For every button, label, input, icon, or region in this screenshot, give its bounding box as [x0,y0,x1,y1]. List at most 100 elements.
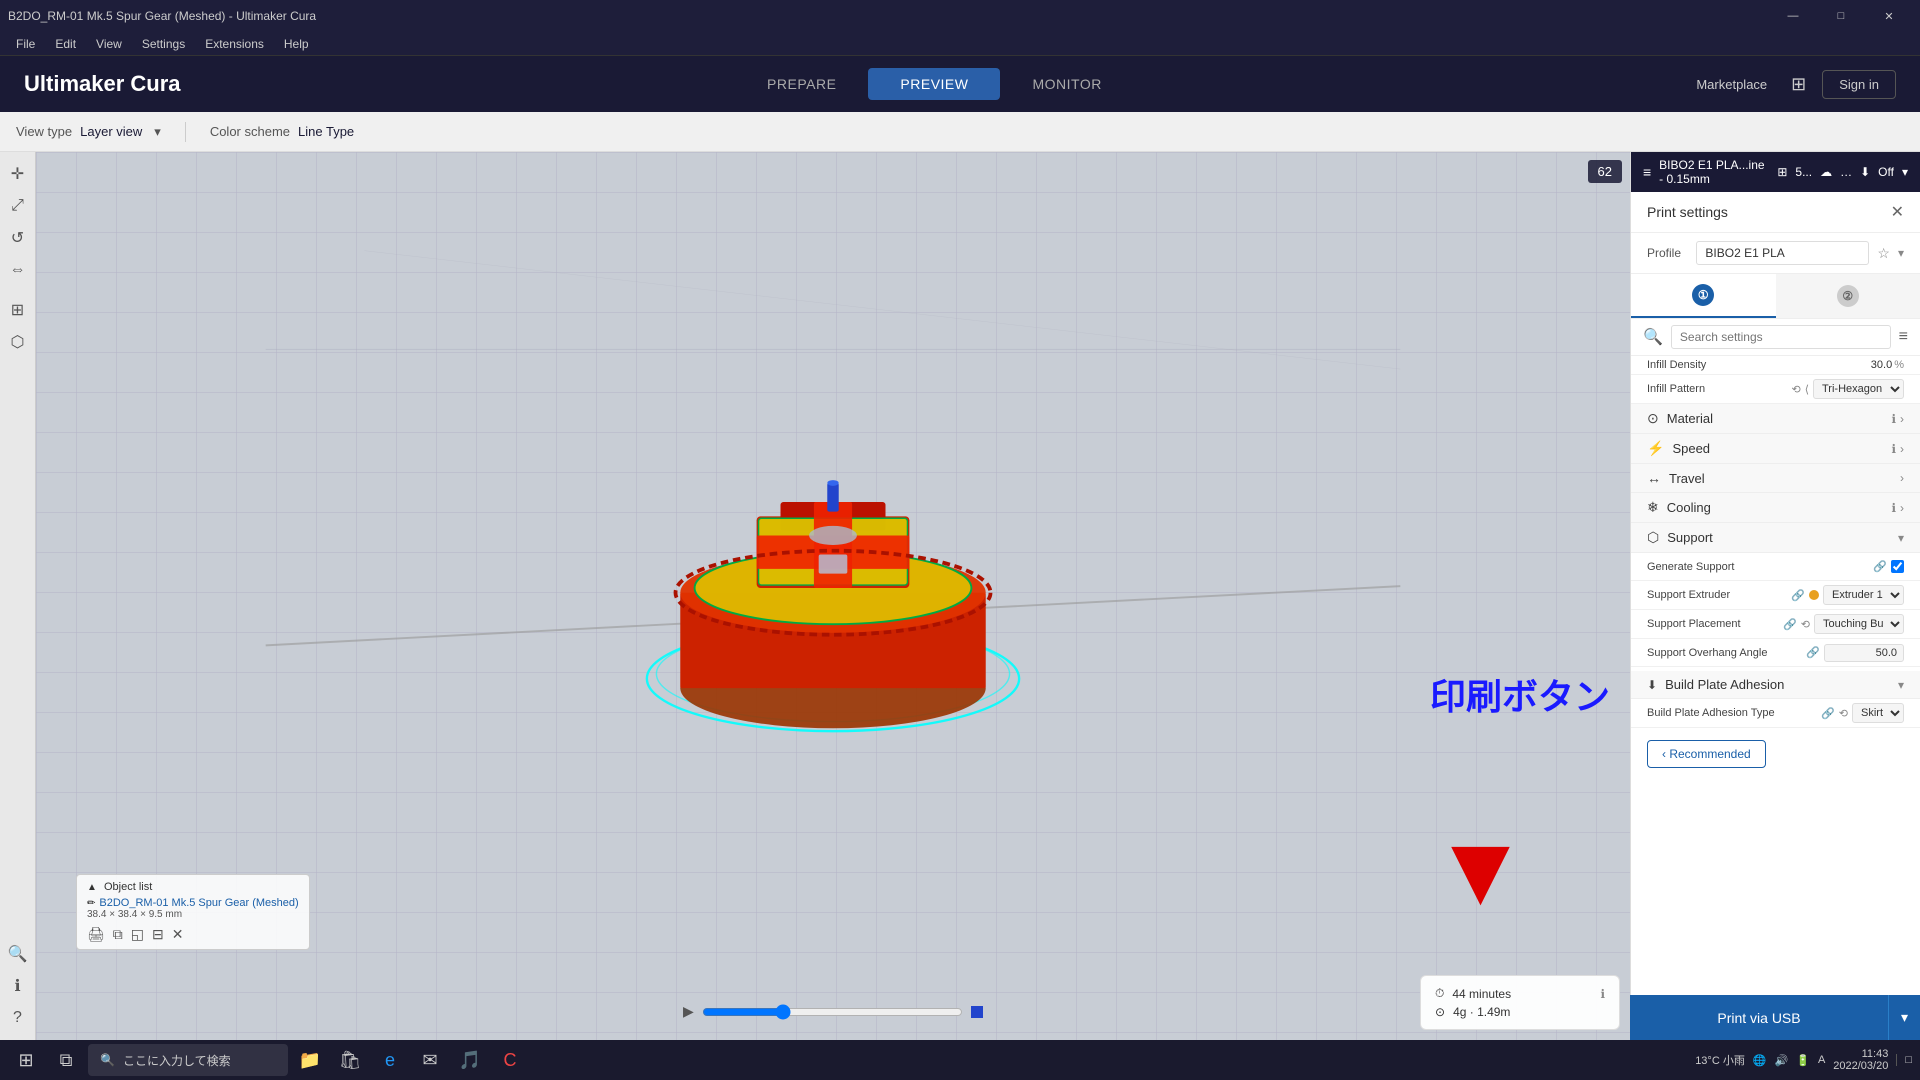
cooling-info-icon[interactable]: ℹ [1891,501,1896,515]
object-tool-2[interactable]: ⧉ [113,926,123,943]
speed-info-icon[interactable]: ℹ [1891,442,1896,456]
signin-button[interactable]: Sign in [1822,70,1896,99]
taskbar-edge[interactable]: e [372,1042,408,1078]
travel-section-header[interactable]: ↔ Travel › [1631,464,1920,493]
travel-chevron-icon[interactable]: › [1900,471,1904,485]
tool-info[interactable]: ℹ [4,972,32,1000]
tool-zoom-out[interactable]: 🔍 [4,940,32,968]
tab-monitor[interactable]: MONITOR [1000,68,1133,100]
play-button[interactable]: ▶ [683,1003,694,1020]
tool-mirror[interactable]: ⇔ [4,256,32,284]
build-plate-link1[interactable]: 🔗 [1821,707,1835,720]
support-extruder-row: Support Extruder 🔗 Extruder 1 [1631,581,1920,610]
support-chevron-icon[interactable]: ▾ [1898,531,1904,545]
printer-more: … [1840,165,1852,179]
print-dropdown-button[interactable]: ▾ [1888,995,1920,1040]
object-tool-4[interactable]: ⊟ [152,926,164,943]
print-via-usb-button[interactable]: Print via USB [1630,995,1888,1040]
menu-extensions[interactable]: Extensions [197,35,272,53]
taskbar-store[interactable]: 🛍 [332,1042,368,1078]
print-button-area: Print via USB ▾ [1630,995,1920,1040]
taskview-button[interactable]: ⧉ [48,1042,84,1078]
infill-pattern-link2[interactable]: ⟨ [1805,383,1809,396]
recommended-button[interactable]: ‹ Recommended [1647,740,1766,768]
taskbar-app1[interactable]: 🎵 [452,1042,488,1078]
build-plate-link2[interactable]: ⟲ [1839,707,1848,720]
material-section-header[interactable]: ⊙ Material ℹ › [1631,404,1920,434]
menu-view[interactable]: View [88,35,130,53]
tool-scale[interactable]: ⤢ [4,192,32,220]
material-icon: ⊙ [1647,410,1659,427]
infill-pattern-select[interactable]: Tri-Hexagon [1813,379,1904,399]
speed-chevron-icon[interactable]: › [1900,442,1904,456]
support-extruder-link[interactable]: 🔗 [1791,589,1805,602]
printer-cloud-icon: ☁ [1820,165,1832,179]
object-tool-1[interactable]: 🖨 [87,926,105,943]
generate-support-checkbox[interactable] [1891,560,1904,573]
view-type-value: Layer view [80,124,142,139]
settings-menu-icon[interactable]: ≡ [1899,328,1908,346]
tab-prepare[interactable]: PREPARE [735,68,868,100]
menu-edit[interactable]: Edit [47,35,84,53]
grid-icon[interactable]: ⊞ [1791,74,1806,95]
profile-input[interactable] [1696,241,1869,265]
view-type-label: View type [16,124,72,139]
start-button[interactable]: ⊞ [8,1042,44,1078]
cooling-chevron-icon[interactable]: › [1900,501,1904,515]
build-plate-type-select[interactable]: Skirt [1852,703,1904,723]
taskbar-app2[interactable]: C [492,1042,528,1078]
layer-number-display: 62 [1588,160,1622,183]
tab-preview[interactable]: PREVIEW [868,68,1000,100]
layer-range-input[interactable] [702,1004,963,1020]
menu-settings[interactable]: Settings [134,35,193,53]
support-overhang-link[interactable]: 🔗 [1806,646,1820,659]
tool-help[interactable]: ? [4,1004,32,1032]
extruder-1-tab[interactable]: ① [1631,274,1776,318]
tool-rotate[interactable]: ↺ [4,224,32,252]
minimize-button[interactable]: — [1770,0,1816,32]
material-usage-value: 4g · 1.49m [1453,1005,1510,1019]
taskbar-explorer[interactable]: 📁 [292,1042,328,1078]
print-settings-close[interactable]: ✕ [1891,202,1904,222]
taskbar-time: 11:43 [1862,1048,1889,1060]
generate-support-link[interactable]: 🔗 [1873,560,1887,573]
edit-icon: ✏ [87,898,95,909]
support-placement-link2[interactable]: ⟲ [1801,618,1810,631]
taskbar-show-desktop[interactable]: □ [1896,1054,1912,1066]
material-info-icon[interactable]: ℹ [1891,412,1896,426]
tool-move[interactable]: ✛ [4,160,32,188]
tool-support[interactable]: ⬡ [4,328,32,356]
nav-tabs: PREPARE PREVIEW MONITOR [735,68,1134,100]
support-section-header[interactable]: ⬡ Support ▾ [1631,523,1920,553]
support-placement-link1[interactable]: 🔗 [1783,618,1797,631]
taskbar-mail[interactable]: ✉ [412,1042,448,1078]
profile-star[interactable]: ☆ [1877,245,1890,262]
cooling-section-header[interactable]: ❄ Cooling ℹ › [1631,493,1920,523]
support-placement-label: Support Placement [1647,618,1783,630]
material-chevron-icon[interactable]: › [1900,412,1904,426]
infill-pattern-row: Infill Pattern ⟲ ⟨ Tri-Hexagon [1631,375,1920,404]
3d-viewport[interactable]: 62 ▶ ▲ Object list ✏ B2DO_RM-01 Mk.5 Spu… [36,152,1630,1040]
printer-chevron[interactable]: ▾ [1902,165,1908,179]
support-placement-row: Support Placement 🔗 ⟲ Touching Buil... [1631,610,1920,639]
print-time-info-icon[interactable]: ℹ [1600,987,1605,1001]
build-plate-section-header[interactable]: ⬇ Build Plate Adhesion ▾ [1631,671,1920,699]
search-input[interactable] [1671,325,1891,349]
support-placement-select[interactable]: Touching Buil... [1814,614,1904,634]
infill-pattern-link1[interactable]: ⟲ [1791,383,1800,396]
menu-help[interactable]: Help [276,35,317,53]
tool-settings[interactable]: ⊞ [4,296,32,324]
menu-file[interactable]: File [8,35,43,53]
object-tool-3[interactable]: ◱ [131,926,144,943]
maximize-button[interactable]: □ [1818,0,1864,32]
taskbar-search[interactable]: 🔍 ここに入力して検索 [88,1044,288,1076]
object-tool-5[interactable]: ✕ [172,926,184,943]
support-extruder-select[interactable]: Extruder 1 [1823,585,1904,605]
close-button[interactable]: ✕ [1866,0,1912,32]
build-plate-chevron-icon[interactable]: ▾ [1898,678,1904,692]
marketplace-button[interactable]: Marketplace [1688,73,1775,96]
extruder-2-tab[interactable]: ② [1776,274,1920,318]
speed-section-header[interactable]: ⚡ Speed ℹ › [1631,434,1920,464]
profile-chevron[interactable]: ▾ [1898,246,1904,260]
view-type-chevron[interactable]: ▾ [154,124,161,140]
